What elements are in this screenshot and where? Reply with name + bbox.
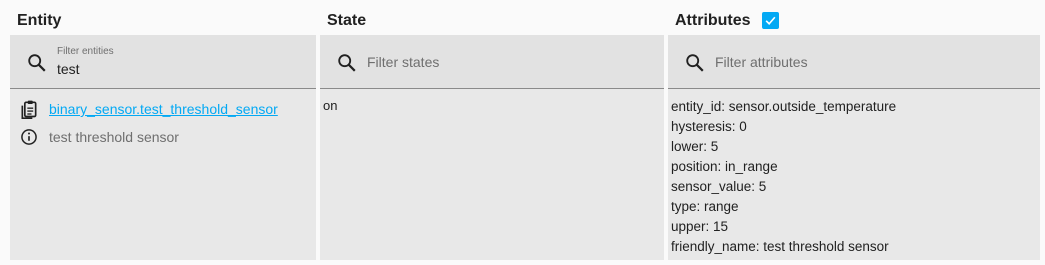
check-icon <box>765 16 776 25</box>
entity-friendly-name-row: test threshold sensor <box>19 127 179 147</box>
entity-row: binary_sensor.test_threshold_sensor <box>19 99 278 119</box>
state-filter-input[interactable] <box>367 51 627 73</box>
info-icon <box>21 129 37 145</box>
attributes-filter-field[interactable] <box>668 35 1040 89</box>
attribute-item: friendly_name: test threshold sensor <box>671 239 889 254</box>
entity-filter-label: Filter entities <box>57 46 114 57</box>
entity-column-header: Entity <box>17 12 62 29</box>
entity-column: Filter entities test binary_sensor.test_… <box>10 35 316 260</box>
entity-friendly-name: test threshold sensor <box>49 129 179 145</box>
entity-id-link[interactable]: binary_sensor.test_threshold_sensor <box>49 101 278 117</box>
entity-filter-field[interactable]: Filter entities test <box>10 35 316 89</box>
attribute-item: entity_id: sensor.outside_temperature <box>671 99 897 114</box>
search-icon <box>686 54 704 72</box>
search-icon <box>28 54 46 72</box>
attribute-item: type: range <box>671 199 739 214</box>
attribute-item: upper: 15 <box>671 219 729 234</box>
attributes-column-header: Attributes <box>675 11 779 30</box>
attribute-item: hysteresis: 0 <box>671 119 747 134</box>
attribute-item: lower: 5 <box>671 139 719 154</box>
attributes-column: entity_id: sensor.outside_temperature hy… <box>668 35 1040 260</box>
clipboard-icon[interactable] <box>19 99 39 119</box>
attribute-item: sensor_value: 5 <box>671 179 767 194</box>
state-column: on <box>320 35 664 260</box>
state-filter-field[interactable] <box>320 35 664 89</box>
entity-filter-value[interactable]: test <box>57 61 80 77</box>
search-icon <box>338 54 356 72</box>
attributes-list: entity_id: sensor.outside_temperature hy… <box>671 97 896 257</box>
show-attributes-checkbox[interactable] <box>761 11 779 29</box>
attribute-item: position: in_range <box>671 159 778 174</box>
attributes-header-label: Attributes <box>675 12 751 29</box>
state-value: on <box>323 98 338 113</box>
state-column-header: State <box>327 12 367 29</box>
attributes-filter-input[interactable] <box>715 51 975 73</box>
